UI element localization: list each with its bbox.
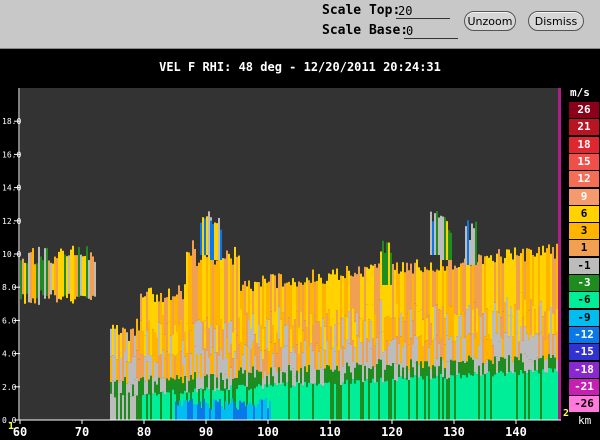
- x-tick-label: 60: [13, 425, 27, 439]
- colorbar-entry: 21: [569, 119, 599, 136]
- y-tick-label: 12.0: [2, 217, 21, 226]
- colorbar-entry: -6: [569, 292, 599, 309]
- y-tick-label: 10.0: [2, 250, 21, 259]
- colorbar-entry: -21: [569, 378, 599, 395]
- rhi-plot: 0.02.04.06.08.010.012.014.016.018.060 70 8…: [2, 88, 592, 439]
- x-tick-label: 100: [257, 425, 279, 439]
- colorbar-entry: -15: [569, 344, 599, 361]
- colorbar-entry: -18: [569, 361, 599, 378]
- y-tick-label: 6.0: [2, 316, 17, 325]
- y-tick-label: 4.0: [2, 350, 17, 359]
- x-tick-label: 90: [199, 425, 213, 439]
- colorbar-entry: 26: [569, 102, 599, 118]
- colorbar-unit: m/s: [570, 86, 590, 99]
- x-tick-label: 120: [381, 425, 403, 439]
- y-tick-label: 14.0: [2, 184, 21, 193]
- colorbar-entry: -1: [569, 257, 599, 274]
- colorbar-entry: 1: [569, 240, 599, 257]
- colorbar-entry: 12: [569, 171, 599, 188]
- colorbar-entry: -3: [569, 275, 599, 291]
- x-tick-label: 140: [505, 425, 527, 439]
- x-tick-label: 130: [443, 425, 465, 439]
- corner-marker-left: 1: [8, 421, 14, 432]
- colorbar-entry: 6: [569, 205, 599, 222]
- colorbar-entry: 18: [569, 136, 599, 153]
- y-tick-label: 8.0: [2, 283, 17, 292]
- y-tick-label: 2.0: [2, 383, 17, 392]
- x-tick-label: 80: [137, 425, 151, 439]
- colorbar-entry: 9: [569, 188, 599, 205]
- colorbar-entry: -12: [569, 326, 599, 343]
- colorbar-entry: 15: [569, 153, 599, 170]
- x-tick-label: 70: [75, 425, 89, 439]
- colorbar-entry: 3: [569, 223, 599, 240]
- x-tick-label: 110: [319, 425, 341, 439]
- y-tick-label: 16.0: [2, 150, 21, 159]
- y-tick-label: 18.0: [2, 117, 21, 126]
- x-unit-label: km: [578, 414, 592, 427]
- colorbar-entry: -26: [569, 396, 599, 413]
- colorbar-entry: -9: [569, 309, 599, 326]
